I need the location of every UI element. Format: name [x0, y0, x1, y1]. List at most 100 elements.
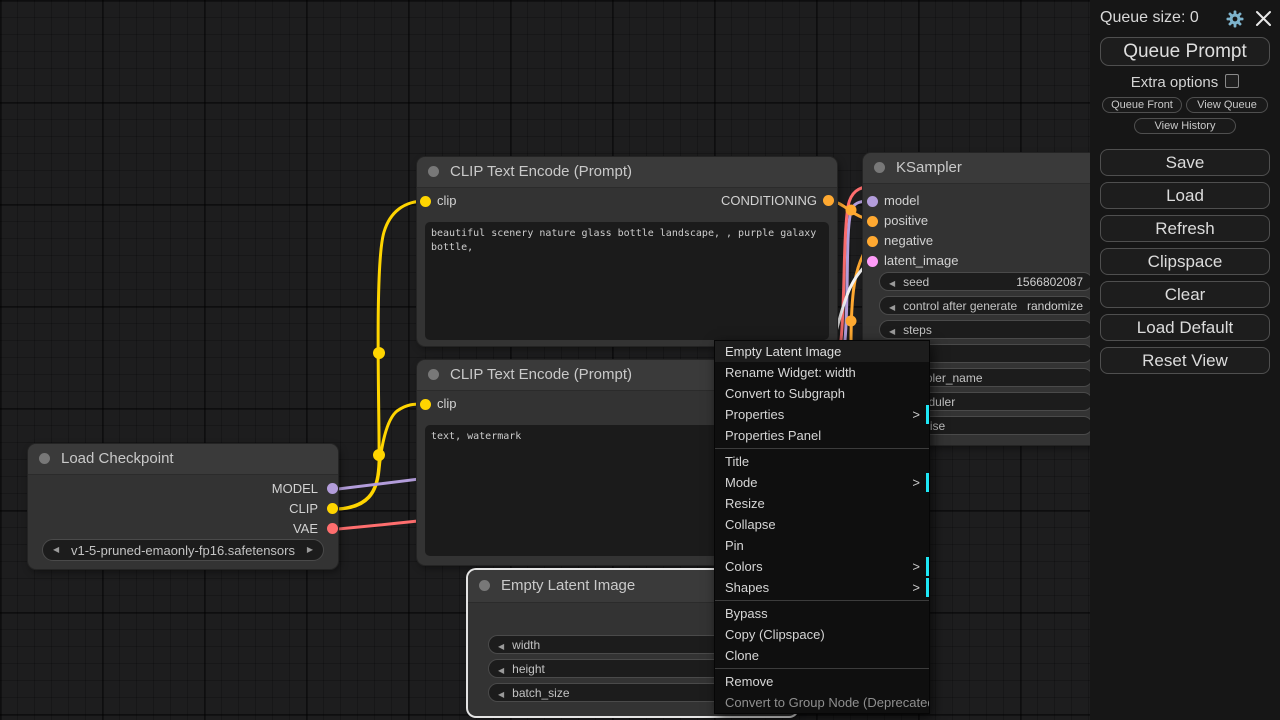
input-port-model[interactable]: [867, 196, 878, 207]
node-title-bar[interactable]: Load Checkpoint: [28, 444, 338, 475]
menu-item-convert-to-group-node[interactable]: Convert to Group Node (Deprecated): [715, 692, 929, 713]
widget-label: control after generate: [903, 299, 1017, 313]
widget-label: height: [512, 662, 545, 676]
widget-ckpt-name[interactable]: v1-5-pruned-emaonly-fp16.safetensors: [42, 539, 324, 561]
collapse-dot-icon[interactable]: [874, 162, 885, 173]
node-context-menu: Empty Latent Image Rename Widget: width …: [714, 340, 930, 714]
widget-label: width: [512, 638, 540, 652]
refresh-button[interactable]: Refresh: [1100, 215, 1270, 242]
close-icon[interactable]: [1255, 10, 1272, 27]
input-label-positive: positive: [884, 214, 928, 228]
stepper-left-icon[interactable]: [889, 323, 903, 337]
menu-item-resize[interactable]: Resize: [715, 493, 929, 514]
widget-seed[interactable]: seed 1566802087: [879, 272, 1093, 291]
output-label-vae: VAE: [293, 522, 318, 536]
node-title: CLIP Text Encode (Prompt): [450, 366, 632, 383]
queue-size-label: Queue size: 0: [1100, 9, 1199, 27]
node-title: KSampler: [896, 159, 962, 176]
stepper-left-icon[interactable]: [498, 662, 512, 676]
extra-options-label: Extra options: [1131, 74, 1219, 91]
link-midpoint-dot[interactable]: [846, 205, 857, 216]
save-button[interactable]: Save: [1100, 149, 1270, 176]
link-midpoint-dot[interactable]: [846, 316, 857, 327]
extra-options-checkbox[interactable]: [1225, 74, 1239, 88]
menu-item-rename-widget[interactable]: Rename Widget: width: [715, 362, 929, 383]
menu-divider: [715, 668, 929, 669]
extra-options-row: Extra options: [1090, 74, 1280, 91]
submenu-arrow-icon: >: [912, 404, 920, 425]
stepper-left-icon[interactable]: [498, 638, 512, 652]
link-midpoint-dot[interactable]: [373, 347, 385, 359]
view-queue-button[interactable]: View Queue: [1186, 97, 1268, 113]
menu-item-colors[interactable]: Colors>: [715, 556, 929, 577]
widget-value: randomize: [1027, 299, 1083, 313]
queue-prompt-button[interactable]: Queue Prompt: [1100, 37, 1270, 66]
widget-value: 1566802087: [1016, 275, 1083, 289]
widget-label: seed: [903, 275, 929, 289]
menu-item-copy-clipspace[interactable]: Copy (Clipspace): [715, 624, 929, 645]
menu-item-title[interactable]: Title: [715, 451, 929, 472]
collapse-dot-icon[interactable]: [428, 166, 439, 177]
input-label-model: model: [884, 194, 919, 208]
comfyui-canvas[interactable]: CLIP Text Encode (Prompt) clip CONDITION…: [0, 0, 1280, 720]
submenu-arrow-icon: >: [912, 472, 920, 493]
load-button[interactable]: Load: [1100, 182, 1270, 209]
output-port-vae[interactable]: [327, 523, 338, 534]
output-port-conditioning[interactable]: [823, 195, 834, 206]
stepper-left-icon[interactable]: [889, 275, 903, 289]
menu-item-properties[interactable]: Properties>: [715, 404, 929, 425]
node-title-bar[interactable]: KSampler: [863, 153, 1108, 184]
output-label-clip: CLIP: [289, 502, 318, 516]
stepper-left-icon[interactable]: [889, 299, 903, 313]
link-midpoint-dot[interactable]: [373, 449, 385, 461]
menu-item-remove[interactable]: Remove: [715, 671, 929, 692]
load-default-button[interactable]: Load Default: [1100, 314, 1270, 341]
clipspace-button[interactable]: Clipspace: [1100, 248, 1270, 275]
submenu-arrow-icon: >: [912, 577, 920, 598]
input-port-negative[interactable]: [867, 236, 878, 247]
node-title: Load Checkpoint: [61, 450, 174, 467]
clear-button[interactable]: Clear: [1100, 281, 1270, 308]
widget-label: steps: [903, 323, 932, 337]
menu-divider: [715, 600, 929, 601]
widget-steps[interactable]: steps: [879, 320, 1093, 339]
node-title: Empty Latent Image: [501, 577, 635, 594]
settings-gear-icon[interactable]: [1225, 9, 1245, 29]
output-port-clip[interactable]: [327, 503, 338, 514]
output-label-conditioning: CONDITIONING: [721, 194, 817, 208]
collapse-dot-icon[interactable]: [428, 369, 439, 380]
menu-item-bypass[interactable]: Bypass: [715, 603, 929, 624]
input-port-latent-image[interactable]: [867, 256, 878, 267]
input-port-clip[interactable]: [420, 196, 431, 207]
menu-item-properties-panel[interactable]: Properties Panel: [715, 425, 929, 446]
reset-view-button[interactable]: Reset View: [1100, 347, 1270, 374]
input-port-positive[interactable]: [867, 216, 878, 227]
menu-item-collapse[interactable]: Collapse: [715, 514, 929, 535]
collapse-dot-icon[interactable]: [479, 580, 490, 591]
widget-control-after-generate[interactable]: control after generate randomize: [879, 296, 1093, 315]
node-title-bar[interactable]: CLIP Text Encode (Prompt): [417, 157, 837, 188]
input-label-negative: negative: [884, 234, 933, 248]
queue-front-button[interactable]: Queue Front: [1102, 97, 1182, 113]
menu-item-convert-to-subgraph[interactable]: Convert to Subgraph: [715, 383, 929, 404]
prompt-textarea[interactable]: beautiful scenery nature glass bottle la…: [425, 222, 829, 340]
output-label-model: MODEL: [272, 482, 318, 496]
menu-item-clone[interactable]: Clone: [715, 645, 929, 666]
widget-value: v1-5-pruned-emaonly-fp16.safetensors: [71, 543, 295, 558]
node-load-checkpoint[interactable]: Load Checkpoint MODEL CLIP VAE v1-5-prun…: [28, 444, 338, 569]
menu-item-shapes[interactable]: Shapes>: [715, 577, 929, 598]
input-label-latent-image: latent_image: [884, 254, 958, 268]
menu-item-mode[interactable]: Mode>: [715, 472, 929, 493]
context-menu-title: Empty Latent Image: [715, 341, 929, 362]
view-history-button[interactable]: View History: [1134, 118, 1236, 134]
widget-label: batch_size: [512, 686, 569, 700]
menu-item-pin[interactable]: Pin: [715, 535, 929, 556]
queue-sidebar: Queue size: 0 Queue Prompt Extra options…: [1090, 0, 1280, 720]
submenu-arrow-icon: >: [912, 556, 920, 577]
collapse-dot-icon[interactable]: [39, 453, 50, 464]
stepper-left-icon[interactable]: [498, 686, 512, 700]
input-port-clip[interactable]: [420, 399, 431, 410]
output-port-model[interactable]: [327, 483, 338, 494]
node-clip-text-encode-positive[interactable]: CLIP Text Encode (Prompt) clip CONDITION…: [417, 157, 837, 346]
node-title: CLIP Text Encode (Prompt): [450, 163, 632, 180]
